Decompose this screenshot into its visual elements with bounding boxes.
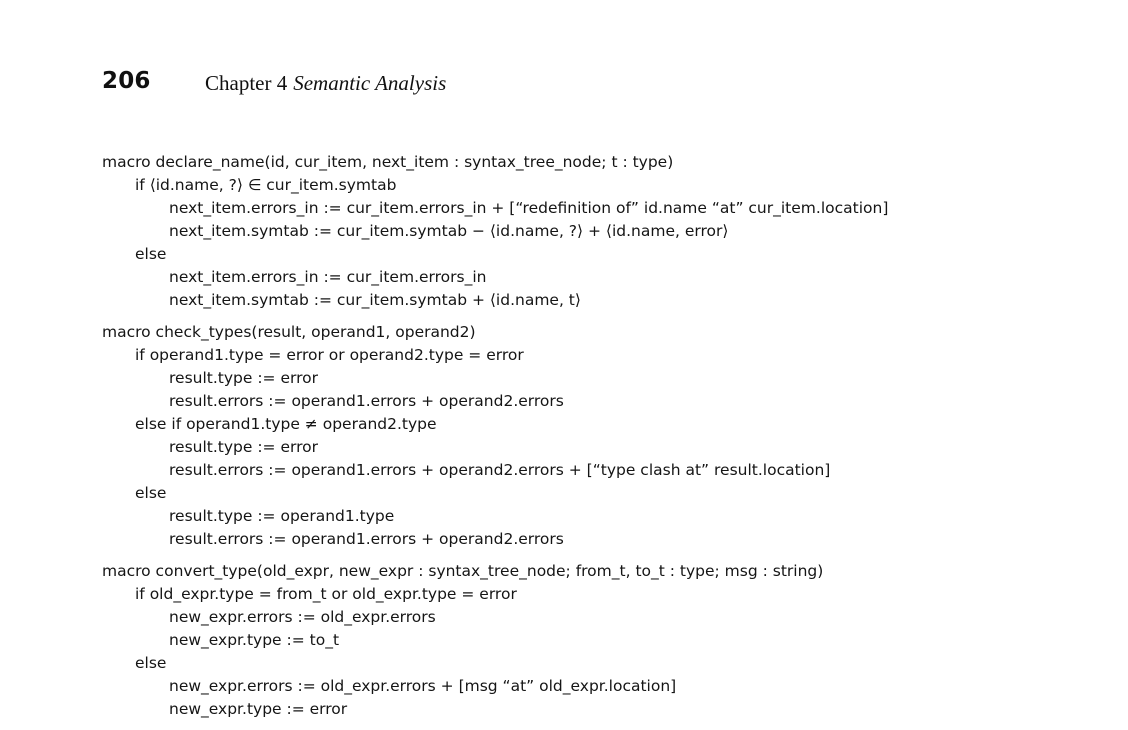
macro-block: macro convert_type(old_expr, new_expr : … xyxy=(102,560,888,721)
code-line: macro convert_type(old_expr, new_expr : … xyxy=(102,562,824,580)
code-line: result.type := error xyxy=(169,369,318,387)
code-line: else xyxy=(135,245,167,263)
code-line: macro check_types(result, operand1, oper… xyxy=(102,323,476,341)
code-line: new_expr.errors := old_expr.errors + [ms… xyxy=(169,677,677,695)
code-line: next_item.symtab := cur_item.symtab − ⟨i… xyxy=(169,222,729,240)
code-line: new_expr.type := error xyxy=(169,700,348,718)
code-line: next_item.errors_in := cur_item.errors_i… xyxy=(169,268,487,286)
code-line: else xyxy=(135,654,167,672)
running-head: Chapter 4 Semantic Analysis xyxy=(205,68,446,98)
code-line: if operand1.type = error or operand2.typ… xyxy=(135,346,524,364)
macro-block: macro declare_name(id, cur_item, next_it… xyxy=(102,151,888,312)
code-line: result.errors := operand1.errors + opera… xyxy=(169,530,564,548)
chapter-label: Chapter 4 xyxy=(205,71,288,95)
code-line: next_item.errors_in := cur_item.errors_i… xyxy=(169,199,889,217)
pseudocode-listing: macro declare_name(id, cur_item, next_it… xyxy=(102,151,888,721)
page-number: 206 xyxy=(102,68,151,94)
code-line: new_expr.type := to_t xyxy=(169,631,340,649)
code-line: result.type := operand1.type xyxy=(169,507,395,525)
code-line: result.type := error xyxy=(169,438,318,456)
code-line: else xyxy=(135,484,167,502)
code-line: macro declare_name(id, cur_item, next_it… xyxy=(102,153,674,171)
code-line: next_item.symtab := cur_item.symtab + ⟨i… xyxy=(169,291,581,309)
code-line: result.errors := operand1.errors + opera… xyxy=(169,461,831,479)
code-line: else if operand1.type ≠ operand2.type xyxy=(135,415,437,433)
macro-block: macro check_types(result, operand1, oper… xyxy=(102,321,888,551)
code-line: if ⟨id.name, ?⟩ ∈ cur_item.symtab xyxy=(135,176,397,194)
code-line: if old_expr.type = from_t or old_expr.ty… xyxy=(135,585,517,603)
code-line: result.errors := operand1.errors + opera… xyxy=(169,392,564,410)
chapter-title: Semantic Analysis xyxy=(293,71,447,95)
code-line: new_expr.errors := old_expr.errors xyxy=(169,608,436,626)
